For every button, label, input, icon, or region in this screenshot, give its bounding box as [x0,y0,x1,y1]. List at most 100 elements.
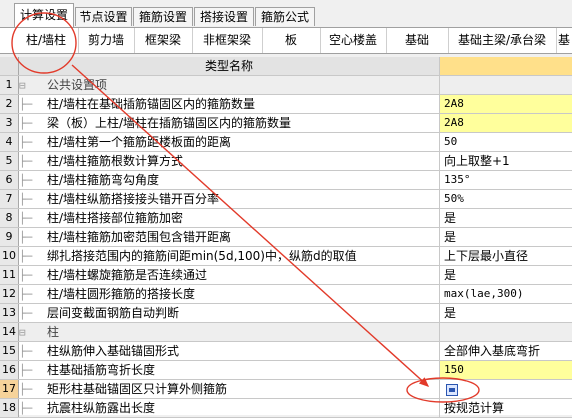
table-row[interactable]: 4 ├─ 柱/墙柱第一个箍筋距楼板面的距离 50 [0,133,572,152]
table-row[interactable]: 2 ├─ 柱/墙柱在基础插筋锚固区内的箍筋数量 2A8 [0,95,572,114]
setting-value[interactable]: 150 [440,361,572,379]
row-number: 11 [0,266,19,284]
top-tab-bar: 计算设置 节点设置 箍筋设置 搭接设置 箍筋公式 [0,0,572,28]
setting-name: ├─ 柱/墙柱第一个箍筋距楼板面的距离 [19,133,440,151]
tab-calc-settings[interactable]: 计算设置 [14,3,74,28]
row-number: 7 [0,190,19,208]
setting-value[interactable]: 向上取整+1 [440,152,572,170]
setting-label: 梁（板）上柱/墙柱在插筋锚固区内的箍筋数量 [47,116,292,130]
setting-value[interactable]: 2A8 [440,95,572,113]
column-header-name: 类型名称 [19,57,440,75]
setting-name: ├─ 绑扎搭接范围内的箍筋间距min(5d,100)中，纵筋d的取值 [19,247,440,265]
setting-label: 公共设置项 [47,78,108,92]
setting-value[interactable]: 全部伸入基底弯折 [440,342,572,360]
setting-value[interactable]: 50 [440,133,572,151]
table-row[interactable]: 6 ├─ 柱/墙柱箍筋弯勾角度 135° [0,171,572,190]
setting-value [440,76,572,94]
setting-label: 柱/墙柱在基础插筋锚固区内的箍筋数量 [47,97,256,111]
column-header-value [440,57,572,75]
tab-more[interactable]: 基 [556,28,572,53]
row-number: 6 [0,171,19,189]
row-number: 18 [0,399,19,417]
group-row[interactable]: 14 ⊟ 柱 [0,323,572,342]
table-row[interactable]: 3 ├─ 梁（板）上柱/墙柱在插筋锚固区内的箍筋数量 2A8 [0,114,572,133]
setting-name: ├─ 柱/墙柱箍筋根数计算方式 [19,152,440,170]
tree-line-icon: ├─ [19,98,33,111]
setting-name: ├─ 抗震柱纵筋露出长度 [19,399,440,417]
tree-line-icon: ├─ [19,402,33,415]
row-number: 16 [0,361,19,379]
setting-value[interactable]: 2A8 [440,114,572,132]
setting-label: 柱/墙柱箍筋加密范围包含错开距离 [47,230,232,244]
setting-name: ├─ 柱/墙柱箍筋弯勾角度 [19,171,440,189]
setting-value[interactable]: 50% [440,190,572,208]
setting-name: ├─ 柱/墙柱在基础插筋锚固区内的箍筋数量 [19,95,440,113]
row-number: 9 [0,228,19,246]
tree-line-icon: ├─ [19,250,33,263]
table-row[interactable]: 13 ├─ 层间变截面钢筋自动判断 是 [0,304,572,323]
setting-value[interactable]: 是 [440,228,572,246]
row-number: 5 [0,152,19,170]
tab-foundation-beam[interactable]: 基础主梁/承台梁 [448,28,557,53]
tab-node-settings[interactable]: 节点设置 [75,7,132,26]
tree-line-icon: ├─ [19,364,33,377]
setting-value[interactable]: 是 [440,266,572,284]
table-row[interactable]: 12 ├─ 柱/墙柱圆形箍筋的搭接长度 max(lae,300) [0,285,572,304]
tab-slab[interactable]: 板 [262,28,321,53]
setting-label: 绑扎搭接范围内的箍筋间距min(5d,100)中，纵筋d的取值 [47,249,357,263]
row-number: 12 [0,285,19,303]
tab-frame-beam[interactable]: 框架梁 [134,28,193,53]
setting-value[interactable]: 上下层最小直径 [440,247,572,265]
table-row[interactable]: 5 ├─ 柱/墙柱箍筋根数计算方式 向上取整+1 [0,152,572,171]
setting-value[interactable] [440,380,572,398]
table-row[interactable]: 15 ├─ 柱纵筋伸入基础锚固形式 全部伸入基底弯折 [0,342,572,361]
setting-label: 柱 [47,325,60,339]
tab-column[interactable]: 柱/墙柱 [14,28,79,53]
setting-name: ├─ 柱/墙柱搭接部位箍筋加密 [19,209,440,227]
tab-stirrup-settings[interactable]: 箍筋设置 [133,7,193,26]
setting-value[interactable]: 按规范计算 [440,399,572,417]
row-number: 13 [0,304,19,322]
setting-label: 层间变截面钢筋自动判断 [47,306,180,320]
setting-value [440,323,572,341]
setting-value[interactable]: 是 [440,304,572,322]
tree-line-icon: ├─ [19,269,33,282]
table-row[interactable]: 16 ├─ 柱基础插筋弯折长度 150 [0,361,572,380]
setting-label: 柱/墙柱箍筋弯勾角度 [47,173,160,187]
table-row[interactable]: 18 ├─ 抗震柱纵筋露出长度 按规范计算 [0,399,572,418]
setting-value[interactable]: max(lae,300) [440,285,572,303]
table-row[interactable]: 11 ├─ 柱/墙柱螺旋箍筋是否连续通过 是 [0,266,572,285]
setting-label: 抗震柱纵筋露出长度 [47,401,156,415]
collapse-toggle-icon[interactable]: ⊟ [19,77,47,94]
tree-line-icon: ├─ [19,212,33,225]
setting-label: 柱/墙柱螺旋箍筋是否连续通过 [47,268,208,282]
tab-shear-wall[interactable]: 剪力墙 [78,28,135,53]
setting-value[interactable]: 是 [440,209,572,227]
tree-line-icon: ├─ [19,288,33,301]
collapse-toggle-icon[interactable]: ⊟ [19,324,47,341]
setting-label: 柱纵筋伸入基础锚固形式 [47,344,180,358]
row-number: 4 [0,133,19,151]
tree-line-icon: ├─ [19,231,33,244]
setting-name: ├─ 柱基础插筋弯折长度 [19,361,440,379]
checkbox-icon[interactable] [446,383,458,396]
group-name: ⊟ 柱 [19,323,440,341]
tab-stirrup-formula[interactable]: 箍筋公式 [255,7,315,26]
table-row[interactable]: 7 ├─ 柱/墙柱纵筋搭接接头错开百分率 50% [0,190,572,209]
table-row[interactable]: 9 ├─ 柱/墙柱箍筋加密范围包含错开距离 是 [0,228,572,247]
table-row[interactable]: 17 ├─ 矩形柱基础锚固区只计算外侧箍筋 [0,380,572,399]
tab-foundation[interactable]: 基础 [386,28,449,53]
table-row[interactable]: 10 ├─ 绑扎搭接范围内的箍筋间距min(5d,100)中，纵筋d的取值 上下层最… [0,247,572,266]
table-row[interactable]: 8 ├─ 柱/墙柱搭接部位箍筋加密 是 [0,209,572,228]
tab-hollow-floor[interactable]: 空心楼盖 [320,28,387,53]
group-row[interactable]: 1 ⊟ 公共设置项 [0,76,572,95]
tree-line-icon: ├─ [19,136,33,149]
tab-non-frame-beam[interactable]: 非框架梁 [192,28,263,53]
tree-line-icon: ├─ [19,155,33,168]
tab-lap-settings[interactable]: 搭接设置 [194,7,254,26]
tree-line-icon: ├─ [19,345,33,358]
setting-name: ├─ 层间变截面钢筋自动判断 [19,304,440,322]
setting-name: ├─ 柱/墙柱纵筋搭接接头错开百分率 [19,190,440,208]
setting-value[interactable]: 135° [440,171,572,189]
row-number: 8 [0,209,19,227]
